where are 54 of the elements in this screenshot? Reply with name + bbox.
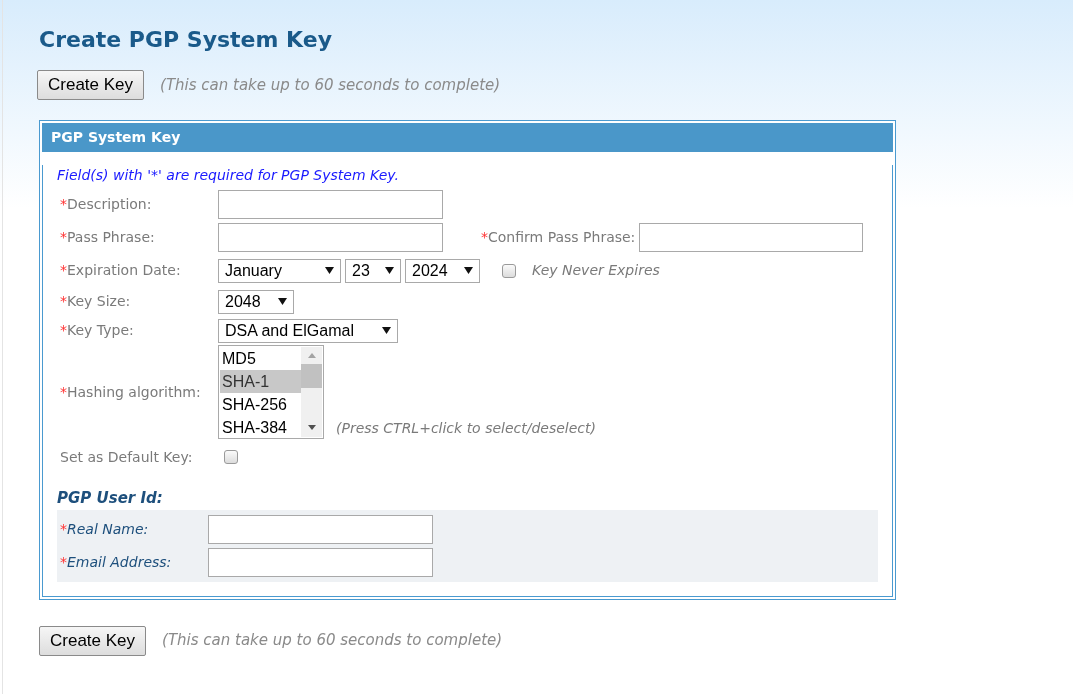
field-label: Hashing algorithm: (67, 382, 201, 402)
field-label: Pass Phrase: (67, 228, 155, 247)
list-option[interactable]: SHA-384 (220, 416, 301, 439)
caret-icon (464, 267, 473, 274)
list-option[interactable]: MD5 (220, 347, 301, 370)
scrollbar[interactable] (301, 347, 322, 437)
required-mark: * (60, 292, 67, 311)
section-heading: PGP User Id: (57, 488, 164, 509)
input-field[interactable] (639, 223, 864, 252)
input-field[interactable] (218, 190, 443, 219)
note-text: (This can take up to 60 seconds to complete) (160, 74, 501, 96)
panel-header: PGP System Key (42, 123, 893, 152)
dropdown[interactable]: 2048 (218, 289, 294, 314)
field-label: Key Type: (67, 321, 134, 340)
field-label: Key Size: (67, 292, 131, 311)
field-label: Confirm Pass Phrase: (488, 228, 636, 247)
required-mark: * (60, 261, 67, 280)
required-mark: * (60, 519, 67, 539)
dropdown[interactable]: DSA and ElGamal (218, 318, 398, 343)
input-field[interactable] (208, 514, 433, 544)
caret-icon (382, 327, 391, 334)
create-key-button[interactable]: Create Key (39, 625, 147, 656)
note-text: (This can take up to 60 seconds to complete) (162, 630, 503, 652)
required-mark: * (481, 228, 488, 247)
field-label: Email Address: (67, 552, 172, 572)
list-option[interactable]: SHA-256 (220, 393, 301, 416)
required-mark: * (60, 382, 67, 402)
caret-icon (385, 267, 394, 274)
list-option[interactable]: SHA-1 (220, 370, 301, 393)
field-label: Set as Default Key: (60, 447, 193, 467)
field-label: Description: (67, 195, 152, 214)
create-key-button[interactable]: Create Key (37, 70, 145, 100)
required-mark: * (60, 195, 67, 214)
dropdown[interactable]: 2024 (405, 258, 480, 283)
required-mark: * (60, 321, 67, 340)
checkbox[interactable] (224, 450, 238, 464)
caret-icon (325, 267, 334, 274)
scroll-down-arrow-icon[interactable] (306, 425, 317, 431)
checkbox-label: Key Never Expires (532, 261, 660, 280)
hint-text: (Press CTRL+click to select/deselect) (336, 419, 596, 438)
field-label: Expiration Date: (67, 261, 181, 280)
scroll-up-arrow-icon[interactable] (306, 353, 317, 359)
dropdown[interactable]: 23 (345, 258, 401, 283)
required-note: Field(s) with '*' are required for PGP System Key. (57, 166, 400, 185)
page-title: Create PGP System Key (39, 26, 334, 54)
list-box[interactable]: MD5 SHA-1 SHA-256 SHA-384 (218, 345, 324, 439)
required-mark: * (60, 228, 67, 247)
dropdown[interactable]: January (218, 258, 341, 283)
input-field[interactable] (208, 547, 433, 577)
caret-icon (278, 298, 287, 305)
checkbox[interactable] (502, 263, 516, 278)
field-label: Real Name: (67, 519, 149, 539)
required-mark: * (60, 552, 67, 572)
input-field[interactable] (218, 223, 443, 252)
